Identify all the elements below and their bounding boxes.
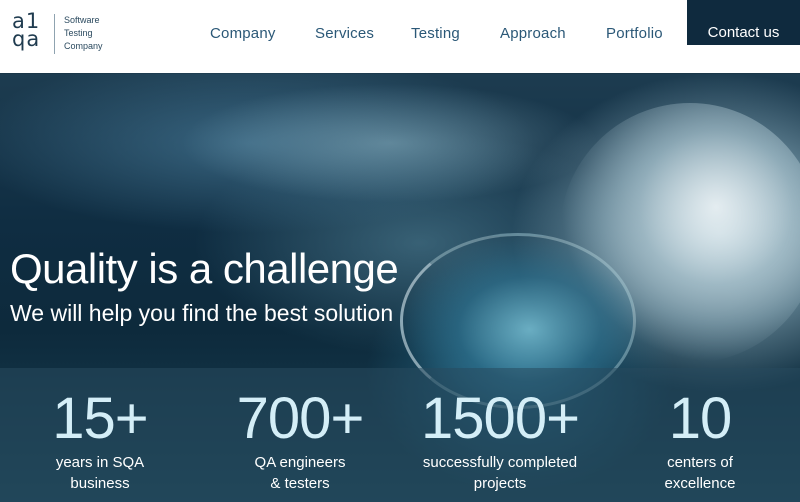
wave-crest-image (180, 83, 600, 203)
contact-us-button[interactable]: Contact us (687, 0, 800, 45)
nav-item-testing[interactable]: Testing (411, 25, 460, 42)
nav-item-company[interactable]: Company (210, 25, 276, 42)
stat-projects: 1500+ successfully completed projects (400, 368, 600, 494)
site-header: a1 qa Software Testing Company Company S… (0, 0, 800, 73)
stat-label-line2: & testers (270, 475, 330, 492)
stat-label-line2: projects (473, 475, 527, 492)
stat-number: 700+ (236, 386, 365, 451)
stat-label-line1: centers of (667, 454, 733, 471)
stat-label-line1: QA engineers (254, 454, 346, 471)
nav-item-portfolio[interactable]: Portfolio (606, 25, 663, 42)
stat-number: 15+ (52, 386, 148, 451)
stat-label-line1: successfully completed (422, 454, 578, 471)
stat-engineers: 700+ QA engineers & testers (200, 368, 400, 494)
hero-subtitle: We will help you find the best solution (10, 300, 394, 326)
nav-item-approach[interactable]: Approach (500, 25, 566, 42)
stats-bar: 15+ years in SQA business 700+ QA engine… (0, 368, 800, 502)
stat-label-line1: years in SQA (55, 454, 145, 471)
nav-item-services[interactable]: Services (315, 25, 374, 42)
hero-title: Quality is a challenge (10, 245, 399, 292)
hero-banner: Quality is a challenge We will help you … (0, 73, 800, 502)
stat-number: 1500+ (421, 386, 580, 451)
stat-label-line2: excellence (664, 475, 736, 492)
stat-label-line2: business (70, 475, 130, 492)
stat-number: 10 (668, 386, 733, 451)
stat-years: 15+ years in SQA business (0, 368, 200, 494)
contact-us-label: Contact us (707, 24, 780, 41)
stat-centers: 10 centers of excellence (600, 368, 800, 494)
main-nav: Company Services Testing Approach Portfo… (0, 0, 800, 73)
